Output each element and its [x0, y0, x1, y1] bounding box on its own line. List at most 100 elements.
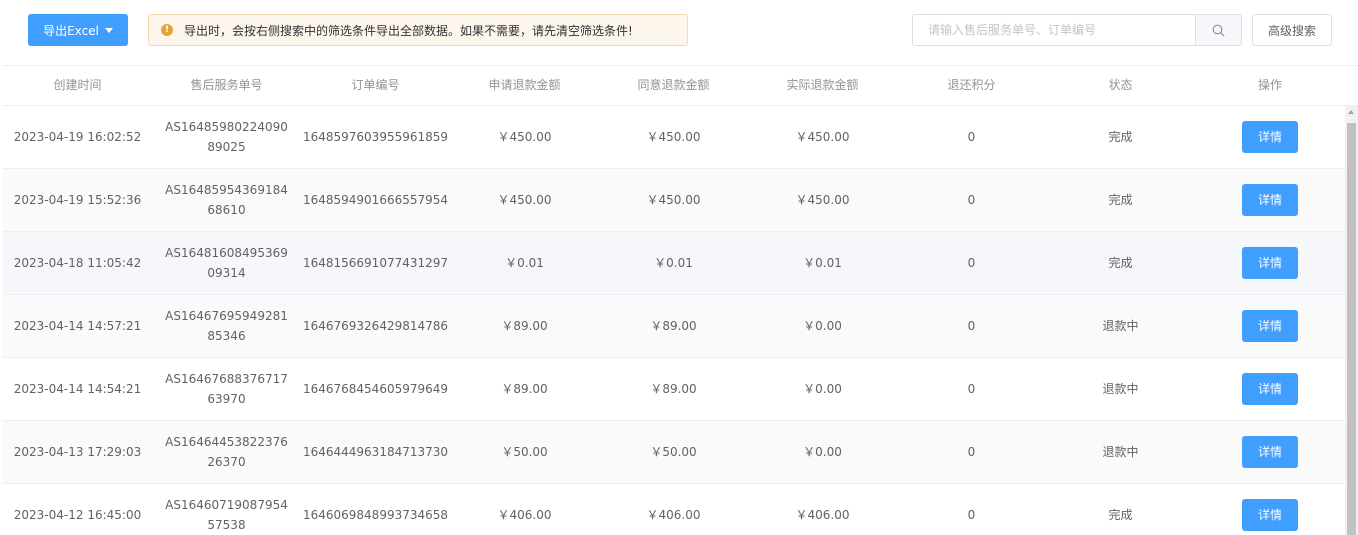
- table-header: 创建时间 售后服务单号 订单编号 申请退款金额 同意退款金额 实际退款金额 退还…: [3, 65, 1358, 106]
- cell-created: 2023-04-19 15:52:36: [13, 193, 142, 207]
- cell-points: 0: [967, 382, 976, 396]
- cell-action: 详情: [1195, 106, 1345, 168]
- cell-actual-amount: ￥450.00: [795, 193, 850, 207]
- service-no-text: AS1646445382237626370: [165, 435, 288, 469]
- cell-order-no: 1648594901666557954: [302, 193, 449, 207]
- cell-agreed-amount: ￥406.00: [646, 508, 701, 522]
- search-box: [912, 14, 1242, 46]
- detail-button[interactable]: 详情: [1242, 436, 1298, 468]
- column-header-agreed-amount: 同意退款金额: [637, 78, 710, 92]
- cell-agreed-amount: ￥450.00: [646, 130, 701, 144]
- cell-agreed-amount: ￥89.00: [650, 382, 697, 396]
- cell-applied-amount: ￥450.00: [497, 130, 552, 144]
- detail-button[interactable]: 详情: [1242, 310, 1298, 342]
- table-row: 2023-04-19 16:02:52 AS164859802240908902…: [3, 106, 1345, 169]
- cell-applied-amount: ￥89.00: [501, 319, 548, 333]
- cell-service-no: AS1646071908795457538: [152, 484, 301, 535]
- service-no-text: AS1646769594928185346: [165, 309, 288, 343]
- cell-created: 2023-04-18 11:05:42: [13, 256, 142, 270]
- cell-agreed-amount: ￥450.00: [646, 193, 701, 207]
- search-button[interactable]: [1195, 15, 1241, 45]
- cell-points: 0: [967, 193, 976, 207]
- cell-action: 详情: [1195, 295, 1345, 357]
- cell-action: 详情: [1195, 421, 1345, 483]
- cell-agreed-amount: ￥0.01: [654, 256, 693, 270]
- cell-status: 退款中: [1102, 445, 1139, 459]
- column-header-actual-amount: 实际退款金额: [786, 78, 859, 92]
- column-header-service-no: 售后服务单号: [190, 78, 263, 92]
- cell-service-no: AS1648598022409089025: [152, 106, 301, 168]
- cell-action: 详情: [1195, 169, 1345, 231]
- cell-applied-amount: ￥50.00: [501, 445, 548, 459]
- service-no-text: AS1648595436918468610: [165, 183, 288, 217]
- cell-status: 完成: [1108, 508, 1133, 522]
- cell-order-no: 1646768454605979649: [302, 382, 449, 396]
- cell-service-no: AS1646769594928185346: [152, 295, 301, 357]
- column-header-order-no: 订单编号: [351, 78, 400, 92]
- cell-created: 2023-04-14 14:54:21: [13, 382, 142, 396]
- cell-status: 完成: [1108, 256, 1133, 270]
- cell-points: 0: [967, 130, 976, 144]
- column-header-applied-amount: 申请退款金额: [488, 78, 561, 92]
- search-icon: [1212, 24, 1225, 36]
- cell-order-no: 1648597603955961859: [302, 130, 449, 144]
- export-warning-alert: ! 导出时，会按右侧搜索中的筛选条件导出全部数据。如果不需要，请先清空筛选条件!: [148, 14, 688, 46]
- cell-created: 2023-04-14 14:57:21: [13, 319, 142, 333]
- column-header-status: 状态: [1108, 78, 1133, 92]
- alert-text: 导出时，会按右侧搜索中的筛选条件导出全部数据。如果不需要，请先清空筛选条件!: [184, 23, 633, 38]
- cell-applied-amount: ￥0.01: [505, 256, 544, 270]
- cell-status: 退款中: [1102, 319, 1139, 333]
- column-header-created: 创建时间: [53, 78, 102, 92]
- cell-action: 详情: [1195, 484, 1345, 535]
- detail-button[interactable]: 详情: [1242, 247, 1298, 279]
- cell-created: 2023-04-13 17:29:03: [13, 445, 142, 459]
- warning-icon: !: [161, 24, 173, 36]
- advanced-search-button[interactable]: 高级搜索: [1252, 14, 1332, 46]
- service-no-text: AS1648598022409089025: [165, 120, 288, 154]
- cell-agreed-amount: ￥89.00: [650, 319, 697, 333]
- caret-down-icon: [104, 28, 113, 33]
- cell-created: 2023-04-12 16:45:00: [13, 508, 142, 522]
- cell-status: 完成: [1108, 193, 1133, 207]
- cell-agreed-amount: ￥50.00: [650, 445, 697, 459]
- cell-order-no: 1646069848993734658: [302, 508, 449, 522]
- cell-applied-amount: ￥450.00: [497, 193, 552, 207]
- cell-points: 0: [967, 319, 976, 333]
- column-header-points: 退还积分: [947, 78, 996, 92]
- cell-applied-amount: ￥406.00: [497, 508, 552, 522]
- cell-points: 0: [967, 508, 976, 522]
- toolbar: 导出Excel ! 导出时，会按右侧搜索中的筛选条件导出全部数据。如果不需要，请…: [0, 0, 1358, 66]
- scrollbar-thumb[interactable]: [1347, 123, 1356, 535]
- cell-applied-amount: ￥89.00: [501, 382, 548, 396]
- service-no-text: AS1646768837671763970: [165, 372, 288, 406]
- cell-status: 退款中: [1102, 382, 1139, 396]
- search-input[interactable]: [913, 15, 1195, 45]
- cell-service-no: AS1648595436918468610: [152, 169, 301, 231]
- cell-actual-amount: ￥0.00: [803, 319, 842, 333]
- export-excel-button[interactable]: 导出Excel: [28, 14, 128, 46]
- cell-action: 详情: [1195, 232, 1345, 294]
- table-row: 2023-04-13 17:29:03 AS164644538223762637…: [3, 421, 1345, 484]
- service-no-text: AS1648160849536909314: [165, 246, 288, 280]
- detail-button[interactable]: 详情: [1242, 373, 1298, 405]
- detail-button[interactable]: 详情: [1242, 184, 1298, 216]
- cell-points: 0: [967, 256, 976, 270]
- cell-service-no: AS1646445382237626370: [152, 421, 301, 483]
- cell-order-no: 1646769326429814786: [302, 319, 449, 333]
- detail-button[interactable]: 详情: [1242, 499, 1298, 531]
- cell-service-no: AS1646768837671763970: [152, 358, 301, 420]
- vertical-scrollbar[interactable]: [1345, 106, 1358, 535]
- advanced-search-label: 高级搜索: [1267, 23, 1316, 38]
- service-no-text: AS1646071908795457538: [165, 498, 288, 532]
- table-row: 2023-04-14 14:54:21 AS164676883767176397…: [3, 358, 1345, 421]
- cell-action: 详情: [1195, 358, 1345, 420]
- table-row: 2023-04-18 11:05:42 AS164816084953690931…: [3, 232, 1345, 295]
- cell-service-no: AS1648160849536909314: [152, 232, 301, 294]
- cell-status: 完成: [1108, 130, 1133, 144]
- scroll-up-arrow-icon[interactable]: [1348, 110, 1354, 114]
- table-row: 2023-04-19 15:52:36 AS164859543691846861…: [3, 169, 1345, 232]
- cell-actual-amount: ￥0.00: [803, 445, 842, 459]
- detail-button[interactable]: 详情: [1242, 121, 1298, 153]
- cell-actual-amount: ￥406.00: [795, 508, 850, 522]
- cell-actual-amount: ￥450.00: [795, 130, 850, 144]
